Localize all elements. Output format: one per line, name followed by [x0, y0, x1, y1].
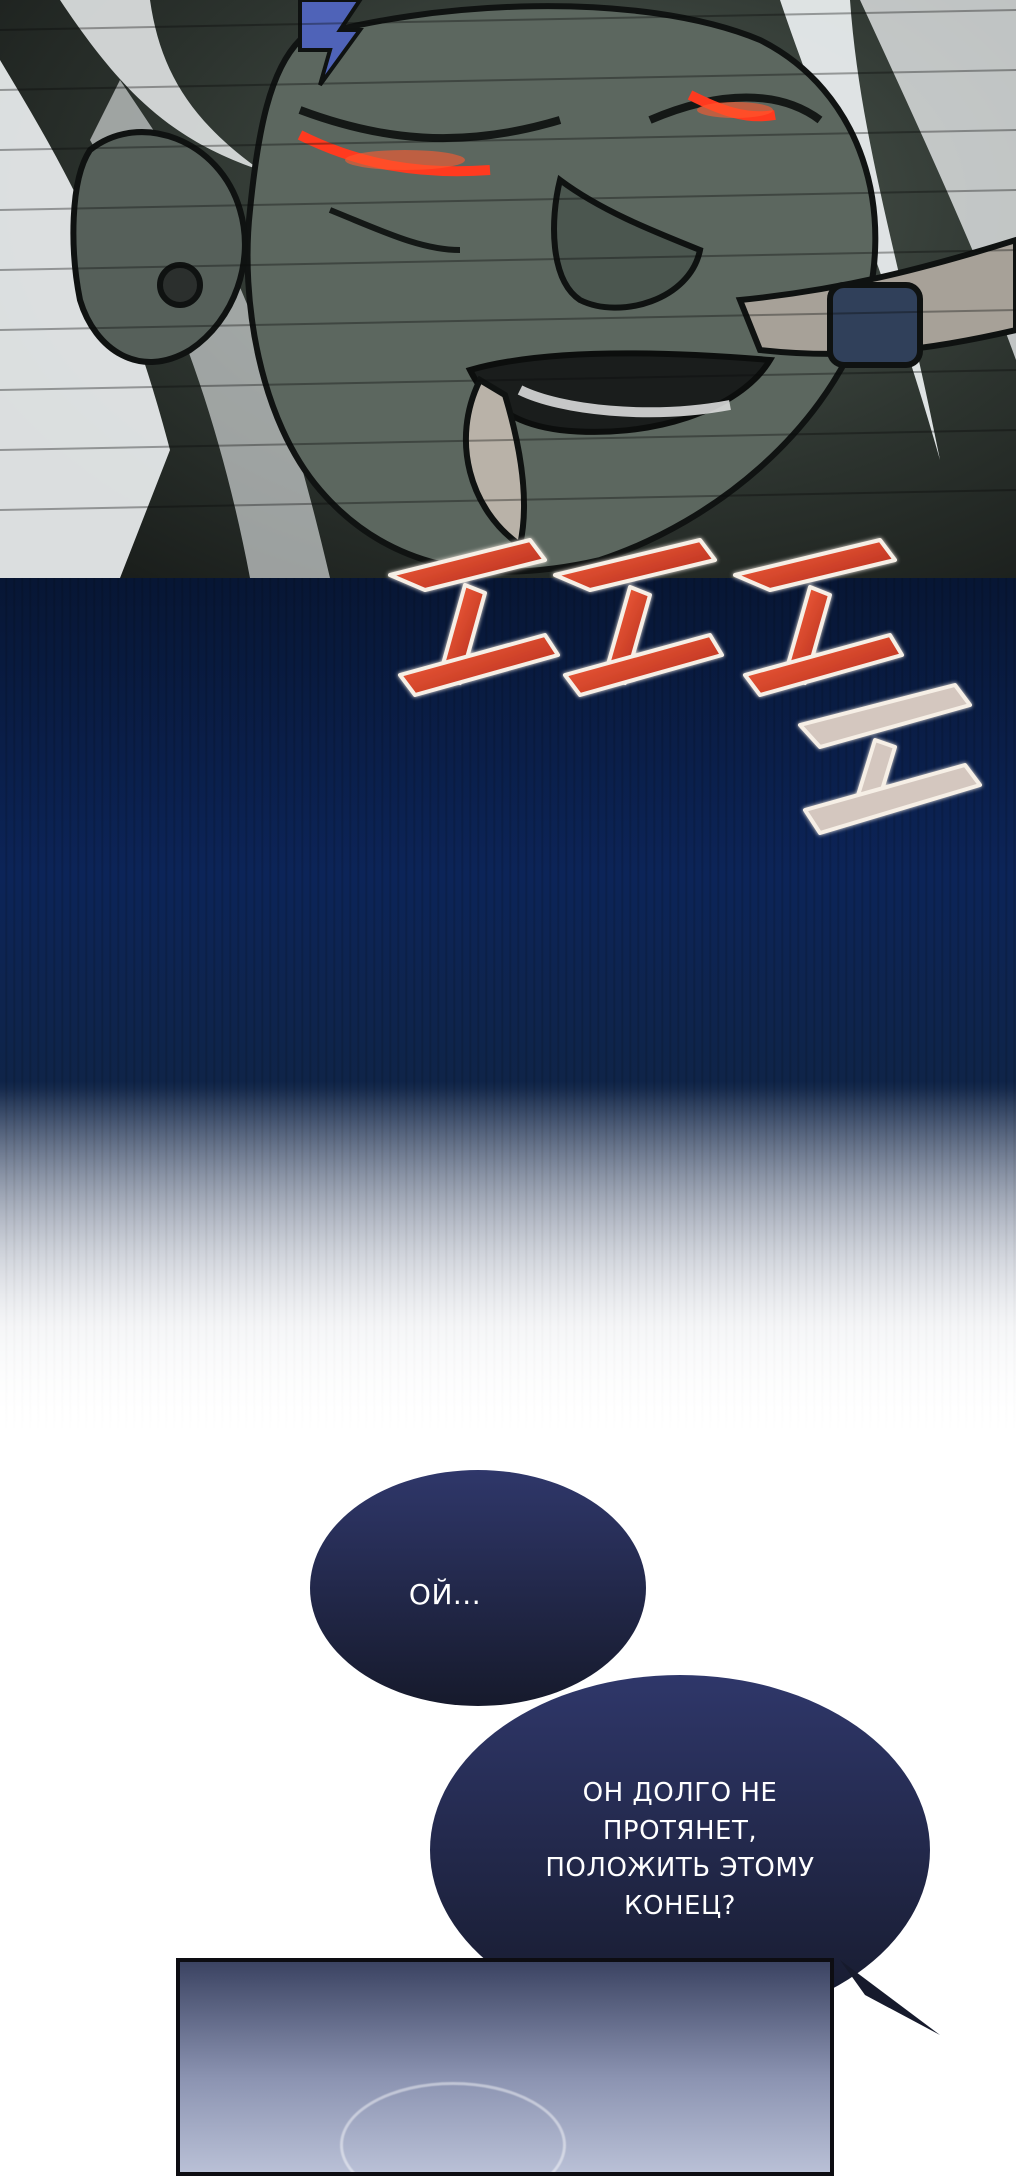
comic-page: ОЙ... ОН ДОЛГО НЕ ПРОТЯНЕТ, ПОЛОЖИТЬ ЭТО…: [0, 0, 1016, 2176]
speech-text-2: ОН ДОЛГО НЕ ПРОТЯНЕТ, ПОЛОЖИТЬ ЭТОМУ КОН…: [545, 1778, 815, 1922]
mist-swirl: [340, 2082, 566, 2172]
speech-text-1: ОЙ...: [408, 1578, 482, 1611]
speech-bubbles: [310, 1470, 940, 2035]
bottom-panel: [176, 1958, 834, 2176]
